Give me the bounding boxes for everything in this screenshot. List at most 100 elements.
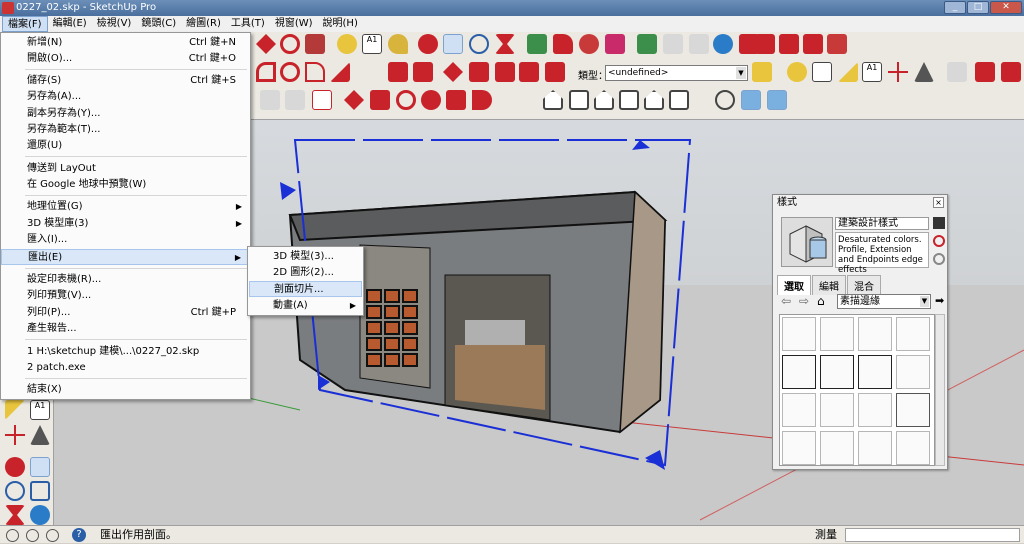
tab-select[interactable]: 選取 bbox=[777, 275, 811, 295]
line-icon[interactable] bbox=[260, 90, 280, 110]
style-item[interactable] bbox=[858, 355, 892, 389]
3d-text-icon-left[interactable] bbox=[30, 425, 50, 445]
menu-item-save[interactable]: 儲存(S) Ctrl 鍵+S bbox=[1, 73, 250, 89]
next-view-icon[interactable] bbox=[553, 34, 573, 54]
move-tool-icon[interactable] bbox=[443, 62, 463, 82]
orbit-icon[interactable] bbox=[418, 34, 438, 54]
iso-view-icon[interactable] bbox=[543, 90, 563, 110]
paint-bucket-icon[interactable] bbox=[388, 34, 408, 54]
menu-item-preview-google-earth[interactable]: 在 Google 地球中預覽(W) bbox=[1, 177, 250, 193]
style-item[interactable] bbox=[782, 355, 816, 389]
menu-window[interactable]: 視窗(W) bbox=[270, 16, 318, 32]
submenu-item-3d-model[interactable]: 3D 模型(3)... bbox=[249, 249, 362, 265]
follow-me-icon[interactable] bbox=[413, 62, 433, 82]
push-icon-2[interactable] bbox=[370, 90, 390, 110]
tab-edit[interactable]: 編輯 bbox=[812, 275, 846, 295]
menu-tools[interactable]: 工具(T) bbox=[226, 16, 270, 32]
move-icon[interactable] bbox=[256, 34, 276, 54]
style-item[interactable] bbox=[858, 317, 892, 351]
menu-draw[interactable]: 繪圖(R) bbox=[181, 16, 226, 32]
axes-icon-left[interactable] bbox=[5, 425, 25, 445]
text-icon-2[interactable]: A1 bbox=[862, 62, 882, 82]
rotate-icon[interactable] bbox=[280, 34, 300, 54]
pan-icon[interactable] bbox=[443, 34, 463, 54]
zoom-icon-left[interactable] bbox=[5, 481, 25, 501]
rotate-icon-2[interactable] bbox=[396, 90, 416, 110]
menu-item-save-as[interactable]: 另存為(A)... bbox=[1, 89, 250, 105]
share-component-icon[interactable] bbox=[779, 34, 799, 54]
refresh-icon[interactable] bbox=[933, 253, 945, 265]
orbit-icon-left[interactable] bbox=[5, 457, 25, 477]
menu-item-send-to-layout[interactable]: 傳送到 LayOut bbox=[1, 161, 250, 177]
menu-item-print[interactable]: 列印(P)... Ctrl 鍵+P bbox=[1, 305, 250, 321]
menu-file[interactable]: 檔案(F) bbox=[2, 16, 48, 32]
previous-view-icon[interactable] bbox=[527, 34, 547, 54]
google-earth-icon[interactable] bbox=[713, 34, 733, 54]
position-camera-icon[interactable] bbox=[715, 90, 735, 110]
zoom-icon[interactable] bbox=[469, 34, 489, 54]
section-plane-icon[interactable] bbox=[579, 34, 599, 54]
menu-item-revert[interactable]: 還原(U) bbox=[1, 138, 250, 154]
menu-item-geo-location[interactable]: 地理位置(G) ▶ bbox=[1, 199, 250, 215]
menu-item-generate-report[interactable]: 產生報告... bbox=[1, 321, 250, 337]
xray-icon[interactable] bbox=[741, 90, 761, 110]
axes-icon[interactable] bbox=[888, 62, 908, 82]
intersect-icon[interactable] bbox=[495, 62, 515, 82]
back-view-icon[interactable] bbox=[644, 90, 664, 110]
shaded-icon[interactable] bbox=[767, 90, 787, 110]
style-item[interactable] bbox=[896, 355, 930, 389]
style-name-field[interactable]: 建築設計樣式 bbox=[835, 217, 929, 230]
offset-icon-2[interactable] bbox=[472, 90, 492, 110]
credits-icon[interactable] bbox=[26, 529, 39, 542]
chevron-down-icon[interactable]: ▼ bbox=[736, 67, 746, 79]
freehand-icon[interactable] bbox=[330, 62, 350, 82]
right-view-icon[interactable] bbox=[619, 90, 639, 110]
walk-icon[interactable] bbox=[975, 62, 995, 82]
style-item[interactable] bbox=[782, 317, 816, 351]
menu-item-print-preview[interactable]: 列印預覽(V)... bbox=[1, 288, 250, 304]
menu-item-print-setup[interactable]: 設定印表機(R)... bbox=[1, 272, 250, 288]
dimension-icon[interactable] bbox=[812, 62, 832, 82]
zoom-window-icon-left[interactable] bbox=[30, 481, 50, 501]
3d-text-icon[interactable] bbox=[914, 62, 934, 82]
geo-location-icon[interactable] bbox=[6, 529, 19, 542]
tape-measure-icon-2[interactable] bbox=[787, 62, 807, 82]
menu-item-recent-2[interactable]: 2 patch.exe bbox=[1, 360, 250, 376]
layer-type-select[interactable]: <undefined> ▼ bbox=[605, 65, 748, 81]
measurements-input[interactable] bbox=[845, 528, 1020, 542]
menu-item-save-copy-as[interactable]: 副本另存為(Y)... bbox=[1, 106, 250, 122]
home-icon[interactable]: ⌂ bbox=[817, 294, 825, 308]
style-item[interactable] bbox=[858, 393, 892, 427]
menu-item-exit[interactable]: 結束(X) bbox=[1, 382, 250, 398]
look-around-icon[interactable] bbox=[1001, 62, 1021, 82]
display-section-icon[interactable] bbox=[605, 34, 625, 54]
scale-icon[interactable] bbox=[305, 34, 325, 54]
style-item[interactable] bbox=[820, 355, 854, 389]
push-pull-icon[interactable] bbox=[388, 62, 408, 82]
menu-item-import[interactable]: 匯入(I)... bbox=[1, 232, 250, 248]
menu-edit[interactable]: 編輯(E) bbox=[48, 16, 92, 32]
menu-help[interactable]: 說明(H) bbox=[318, 16, 363, 32]
pan-hand-icon[interactable] bbox=[947, 62, 967, 82]
create-style-icon[interactable] bbox=[933, 217, 945, 229]
tape-measure-icon[interactable] bbox=[337, 34, 357, 54]
close-button[interactable]: ✕ bbox=[990, 1, 1022, 14]
forward-arrow-icon[interactable]: ⇨ bbox=[799, 294, 809, 308]
style-item[interactable] bbox=[896, 431, 930, 465]
circle-icon[interactable] bbox=[280, 62, 300, 82]
add-location-icon[interactable] bbox=[637, 34, 657, 54]
toggle-terrain-icon[interactable] bbox=[663, 34, 683, 54]
menu-item-save-as-template[interactable]: 另存為範本(T)... bbox=[1, 122, 250, 138]
maximize-button[interactable]: □ bbox=[967, 1, 989, 14]
update-style-icon[interactable] bbox=[933, 235, 945, 247]
menu-item-open[interactable]: 開啟(O)... Ctrl 鍵+O bbox=[1, 51, 250, 67]
menu-camera[interactable]: 鏡頭(C) bbox=[136, 16, 181, 32]
top-view-icon[interactable] bbox=[569, 90, 589, 110]
photo-textures-icon[interactable] bbox=[689, 34, 709, 54]
scale-icon-2[interactable] bbox=[446, 90, 466, 110]
style-item[interactable] bbox=[820, 317, 854, 351]
offset-icon[interactable] bbox=[469, 62, 489, 82]
follow-icon-2[interactable] bbox=[421, 90, 441, 110]
minimize-button[interactable]: _ bbox=[944, 1, 966, 14]
menu-item-3d-warehouse[interactable]: 3D 模型庫(3) ▶ bbox=[1, 216, 250, 232]
